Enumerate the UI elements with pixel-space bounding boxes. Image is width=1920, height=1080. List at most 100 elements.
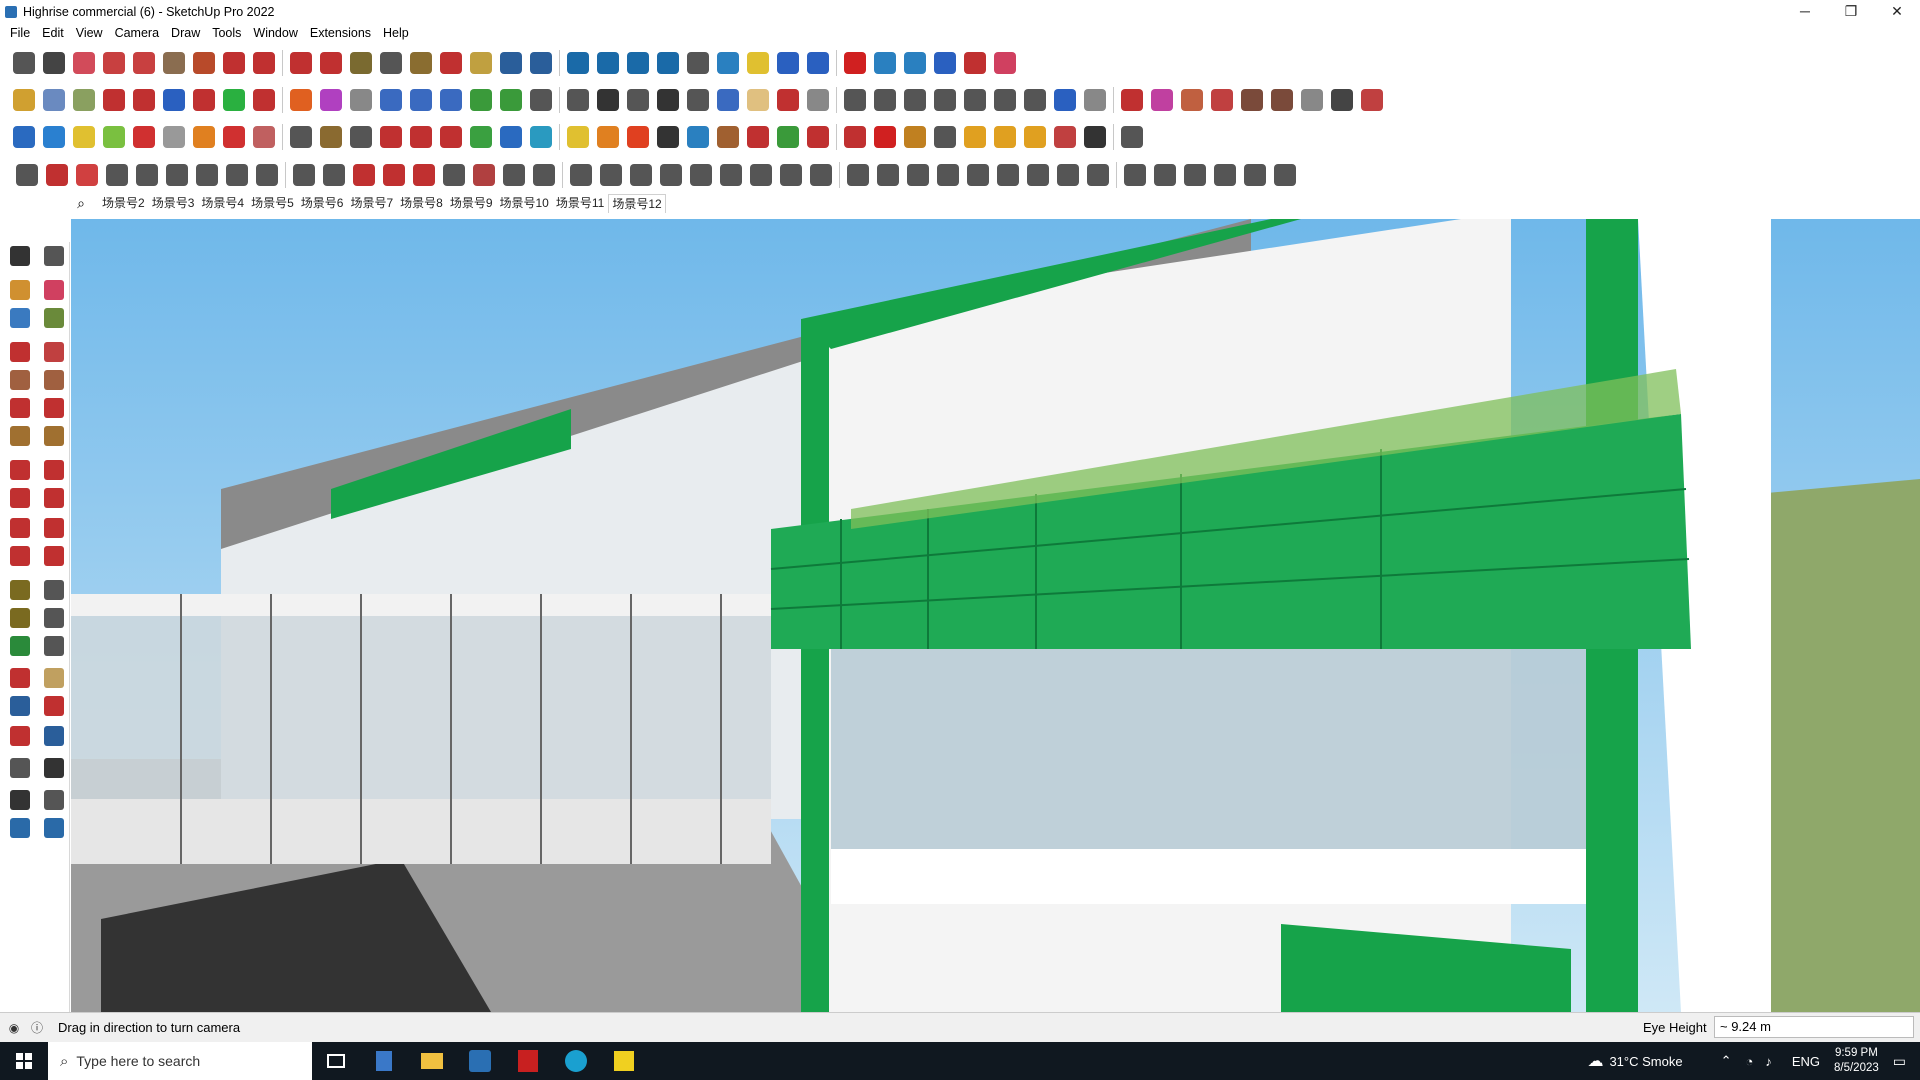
- large-tool-button[interactable]: [6, 304, 34, 332]
- row4-tool-button[interactable]: [626, 159, 656, 191]
- menu-tools[interactable]: Tools: [206, 26, 247, 40]
- row2-tool-button[interactable]: [526, 84, 556, 116]
- row2-tool-button[interactable]: [129, 84, 159, 116]
- row4-tool-button[interactable]: [72, 159, 102, 191]
- scene-tab-11[interactable]: 场景号11: [553, 194, 607, 213]
- row2-tool-button[interactable]: [346, 84, 376, 116]
- scene-tab-12[interactable]: 场景号12: [608, 193, 666, 213]
- row4-tool-button[interactable]: [409, 159, 439, 191]
- row3-tool-button[interactable]: [316, 121, 346, 153]
- row4-tool-button[interactable]: [1083, 159, 1113, 191]
- row3-tool-button[interactable]: [653, 121, 683, 153]
- row2-tool-button[interactable]: [1177, 84, 1207, 116]
- large-tool-button[interactable]: [6, 394, 34, 422]
- row1-tool-button[interactable]: [346, 47, 376, 79]
- row1-tool-button[interactable]: [69, 47, 99, 79]
- row3-tool-button[interactable]: [69, 121, 99, 153]
- row3-tool-button[interactable]: [563, 121, 593, 153]
- row3-tool-button[interactable]: [496, 121, 526, 153]
- row3-tool-button[interactable]: [743, 121, 773, 153]
- row1-tool-button[interactable]: [466, 47, 496, 79]
- row2-tool-button[interactable]: [1237, 84, 1267, 116]
- row1-tool-button[interactable]: [743, 47, 773, 79]
- row3-tool-button[interactable]: [436, 121, 466, 153]
- row4-tool-button[interactable]: [379, 159, 409, 191]
- row4-tool-button[interactable]: [252, 159, 282, 191]
- row3-tool-button[interactable]: [406, 121, 436, 153]
- network-icon[interactable]: ◔: [1745, 1054, 1753, 1069]
- clock[interactable]: 9:59 PM 8/5/2023: [1834, 1046, 1879, 1076]
- notifications-icon[interactable]: ▭: [1893, 1053, 1906, 1070]
- large-tool-button[interactable]: [6, 692, 34, 720]
- measurements-input[interactable]: ~ 9.24 m: [1714, 1016, 1914, 1038]
- large-tool-button[interactable]: [6, 786, 34, 814]
- model-viewport[interactable]: [71, 219, 1920, 1012]
- row4-tool-button[interactable]: [933, 159, 963, 191]
- chevron-up-icon[interactable]: ⌃: [1721, 1053, 1732, 1069]
- row4-tool-button[interactable]: [42, 159, 72, 191]
- row3-tool-button[interactable]: [803, 121, 833, 153]
- row2-tool-button[interactable]: [1357, 84, 1387, 116]
- weather-text[interactable]: 31°C Smoke: [1609, 1054, 1682, 1069]
- row4-tool-button[interactable]: [192, 159, 222, 191]
- row2-tool-button[interactable]: [803, 84, 833, 116]
- menu-camera[interactable]: Camera: [109, 26, 165, 40]
- large-tool-button[interactable]: [40, 456, 68, 484]
- large-tool-button[interactable]: [6, 664, 34, 692]
- row3-tool-button[interactable]: [1050, 121, 1080, 153]
- row1-tool-button[interactable]: [189, 47, 219, 79]
- row1-tool-button[interactable]: [159, 47, 189, 79]
- row4-tool-button[interactable]: [776, 159, 806, 191]
- row2-tool-button[interactable]: [436, 84, 466, 116]
- row2-tool-button[interactable]: [623, 84, 653, 116]
- building-scene[interactable]: [71, 219, 1920, 1012]
- row4-tool-button[interactable]: [806, 159, 836, 191]
- large-tool-button[interactable]: [40, 722, 68, 750]
- row2-tool-button[interactable]: [1050, 84, 1080, 116]
- row4-tool-button[interactable]: [1270, 159, 1300, 191]
- row3-tool-button[interactable]: [129, 121, 159, 153]
- large-tool-button[interactable]: [6, 576, 34, 604]
- row4-tool-button[interactable]: [289, 159, 319, 191]
- row4-tool-button[interactable]: [596, 159, 626, 191]
- geo-location-icon[interactable]: ◉: [5, 1019, 23, 1037]
- large-tool-button[interactable]: [40, 542, 68, 570]
- row4-tool-button[interactable]: [686, 159, 716, 191]
- row1-tool-button[interactable]: [9, 47, 39, 79]
- row3-tool-button[interactable]: [189, 121, 219, 153]
- scene-tab-3[interactable]: 场景号3: [149, 194, 198, 213]
- scene-tab-5[interactable]: 场景号5: [248, 194, 297, 213]
- row3-tool-button[interactable]: [286, 121, 316, 153]
- large-tool-button[interactable]: [6, 422, 34, 450]
- row2-tool-button[interactable]: [1267, 84, 1297, 116]
- large-tool-button[interactable]: [6, 722, 34, 750]
- row2-tool-button[interactable]: [593, 84, 623, 116]
- row1-tool-button[interactable]: [593, 47, 623, 79]
- row2-tool-button[interactable]: [930, 84, 960, 116]
- row3-tool-button[interactable]: [713, 121, 743, 153]
- acrobat-icon[interactable]: [504, 1042, 552, 1080]
- row2-tool-button[interactable]: [496, 84, 526, 116]
- row1-tool-button[interactable]: [286, 47, 316, 79]
- start-button[interactable]: [0, 1042, 48, 1080]
- row2-tool-button[interactable]: [406, 84, 436, 116]
- large-tool-button[interactable]: [40, 786, 68, 814]
- row3-tool-button[interactable]: [623, 121, 653, 153]
- row1-tool-button[interactable]: [129, 47, 159, 79]
- sticky-notes-icon[interactable]: [600, 1042, 648, 1080]
- row1-tool-button[interactable]: [99, 47, 129, 79]
- row1-tool-button[interactable]: [803, 47, 833, 79]
- large-tool-button[interactable]: [6, 276, 34, 304]
- row3-tool-button[interactable]: [773, 121, 803, 153]
- row2-tool-button[interactable]: [189, 84, 219, 116]
- row2-tool-button[interactable]: [286, 84, 316, 116]
- menu-file[interactable]: File: [4, 26, 36, 40]
- maximize-button[interactable]: ❐: [1828, 0, 1874, 22]
- row4-tool-button[interactable]: [439, 159, 469, 191]
- row2-tool-button[interactable]: [466, 84, 496, 116]
- row2-tool-button[interactable]: [159, 84, 189, 116]
- row3-tool-button[interactable]: [376, 121, 406, 153]
- row2-tool-button[interactable]: [960, 84, 990, 116]
- row4-tool-button[interactable]: [1240, 159, 1270, 191]
- large-tool-button[interactable]: [6, 542, 34, 570]
